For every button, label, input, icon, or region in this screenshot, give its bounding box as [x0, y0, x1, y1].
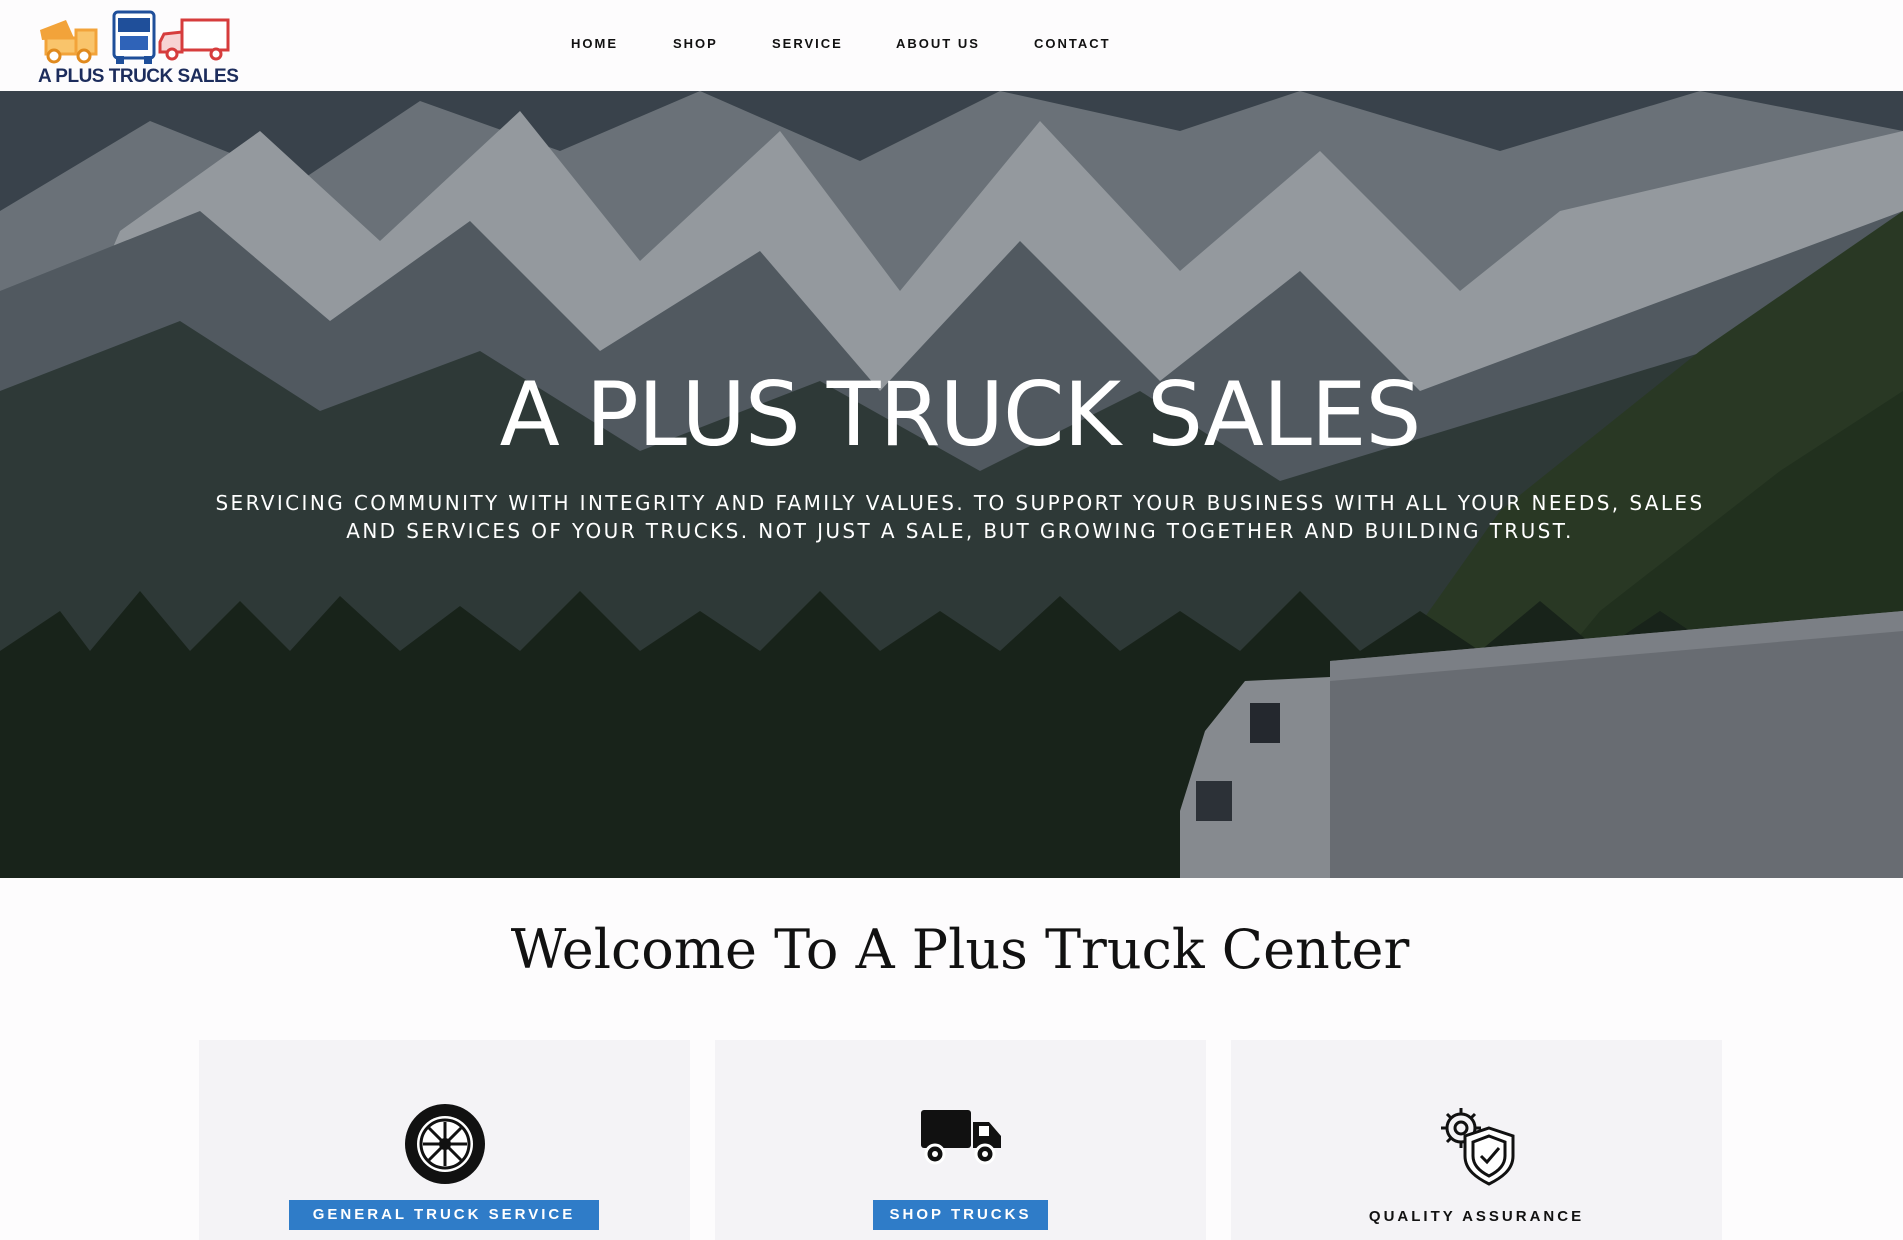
hero-overlay	[0, 91, 1903, 878]
nav-about-us[interactable]: ABOUT US	[896, 36, 980, 51]
nav-shop[interactable]: SHOP	[673, 36, 718, 51]
service-card-shop: SHOP TRUCKS	[715, 1040, 1206, 1240]
main-nav: HOME SHOP SERVICE ABOUT US CONTACT	[0, 36, 1903, 58]
service-card-quality: QUALITY ASSURANCE	[1231, 1040, 1722, 1240]
hero-subtitle: SERVICING COMMUNITY WITH INTEGRITY AND F…	[215, 491, 1705, 543]
hero-banner: A PLUS TRUCK SALES SERVICING COMMUNITY W…	[0, 91, 1903, 878]
general-truck-service-button[interactable]: GENERAL TRUCK SERVICE	[289, 1200, 599, 1230]
hero-title: A PLUS TRUCK SALES	[499, 363, 1422, 466]
nav-service[interactable]: SERVICE	[772, 36, 843, 51]
gear-shield-icon	[1231, 1102, 1722, 1186]
quality-assurance-label: QUALITY ASSURANCE	[1368, 1208, 1585, 1225]
welcome-heading: Welcome To A Plus Truck Center	[510, 918, 1410, 981]
shop-trucks-button[interactable]: SHOP TRUCKS	[873, 1200, 1048, 1230]
nav-contact[interactable]: CONTACT	[1034, 36, 1111, 51]
service-card-general: GENERAL TRUCK SERVICE	[199, 1040, 690, 1240]
truck-icon	[715, 1102, 1206, 1186]
logo-text: A PLUS TRUCK SALES	[38, 66, 239, 87]
site-header: A PLUS TRUCK SALES HOME SHOP SERVICE ABO…	[0, 0, 1903, 91]
nav-home[interactable]: HOME	[571, 36, 618, 51]
tire-icon	[199, 1102, 690, 1186]
